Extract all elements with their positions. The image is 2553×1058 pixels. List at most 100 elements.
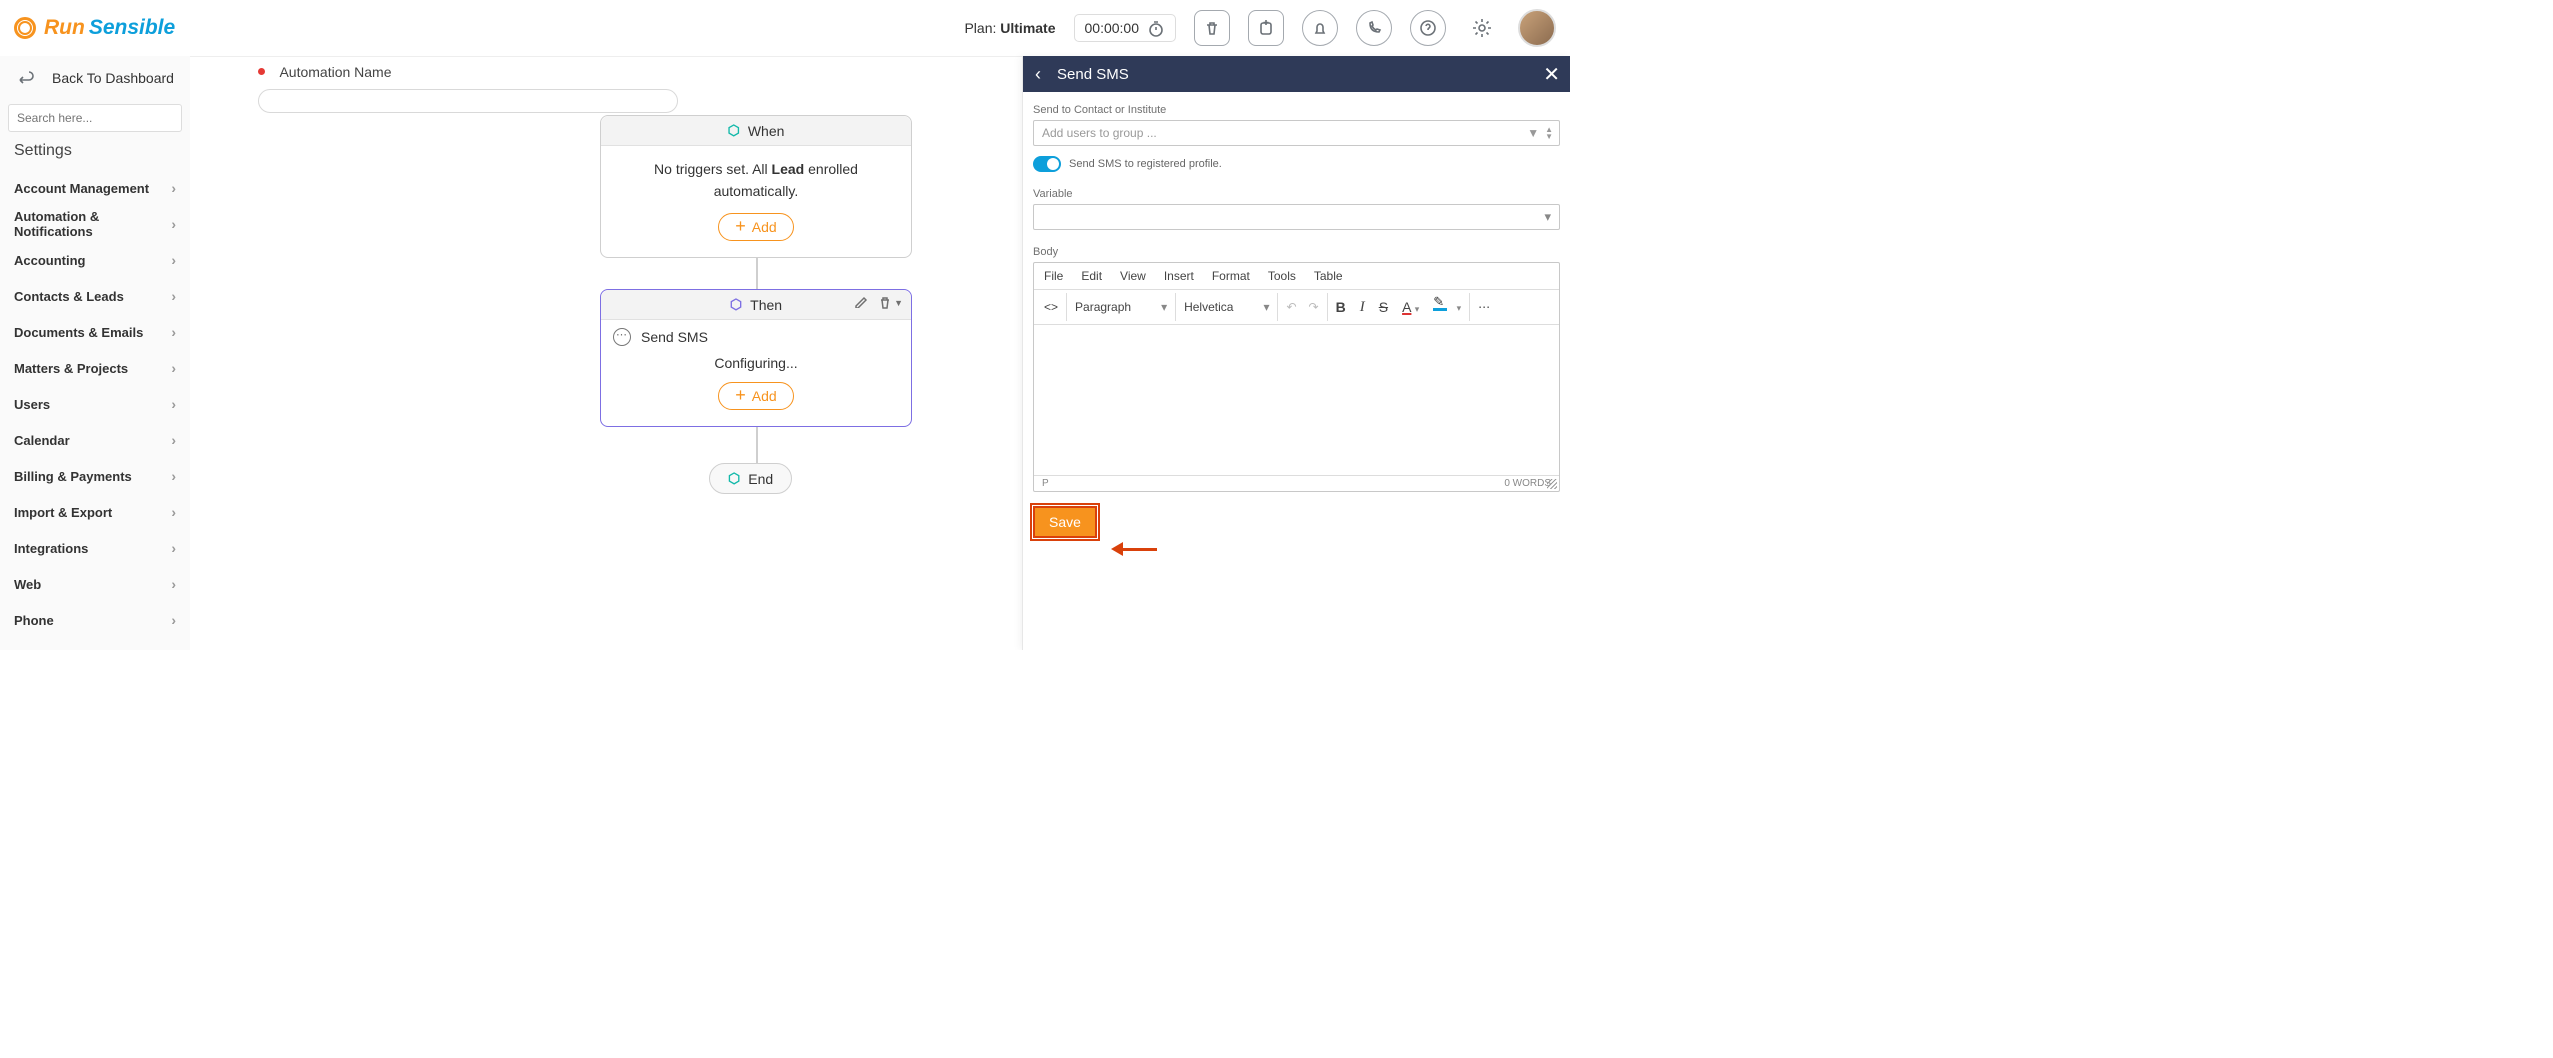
send-to-label: Send to Contact or Institute — [1033, 104, 1560, 116]
chevron-right-icon: › — [171, 468, 176, 484]
spinner-down-icon[interactable]: ▼ — [1545, 133, 1553, 140]
chevron-right-icon: › — [171, 576, 176, 592]
menu-format[interactable]: Format — [1212, 269, 1250, 283]
editor-toolbar: <> Paragraph▾ Helvetica▾ ↶ ↷ B I S A ▾ ▾ — [1034, 290, 1559, 325]
sidebar-item-contacts-leads[interactable]: Contacts & Leads› — [0, 278, 190, 314]
editor-menubar: File Edit View Insert Format Tools Table — [1034, 263, 1559, 290]
chevron-right-icon: › — [171, 216, 176, 232]
gear-icon[interactable] — [1464, 10, 1500, 46]
sidebar-item-matters-projects[interactable]: Matters & Projects› — [0, 350, 190, 386]
send-sms-panel: ‹ Send SMS ✕ Send to Contact or Institut… — [1022, 56, 1570, 650]
hex-icon: ⬡ — [728, 122, 740, 139]
bell-icon[interactable] — [1302, 10, 1338, 46]
add-note-icon[interactable] — [1248, 10, 1284, 46]
menu-tools[interactable]: Tools — [1268, 269, 1296, 283]
font-select[interactable]: Helvetica▾ — [1176, 293, 1278, 321]
chevron-right-icon: › — [171, 540, 176, 556]
undo-icon[interactable]: ↶ — [1286, 300, 1296, 314]
then-node-header: ⬡ Then ▼ — [601, 290, 911, 320]
when-add-button[interactable]: + Add — [718, 213, 793, 241]
add-users-combo[interactable]: Add users to group ... ▼ ▲▼ — [1033, 120, 1560, 146]
then-title: Then — [750, 297, 782, 313]
chevron-right-icon: › — [171, 252, 176, 268]
sidebar-item-integrations[interactable]: Integrations› — [0, 530, 190, 566]
panel-header: ‹ Send SMS ✕ — [1023, 56, 1570, 92]
sidebar-item-accounting[interactable]: Accounting› — [0, 242, 190, 278]
settings-heading: Settings — [0, 142, 190, 170]
chevron-right-icon: › — [171, 180, 176, 196]
header: RunSensible Plan: Ultimate 00:00:00 — [0, 0, 1570, 56]
search-input[interactable] — [8, 104, 182, 132]
then-status: Configuring... — [621, 352, 891, 374]
variable-select[interactable] — [1033, 204, 1560, 230]
automation-name-input[interactable] — [258, 89, 678, 113]
menu-insert[interactable]: Insert — [1164, 269, 1194, 283]
send-registered-toggle[interactable] — [1033, 156, 1061, 172]
plus-icon: + — [735, 386, 746, 404]
chevron-right-icon: › — [171, 396, 176, 412]
then-action-row[interactable]: Send SMS — [601, 320, 911, 346]
sidebar-search — [8, 104, 182, 132]
text-color-button[interactable]: A ▾ — [1402, 299, 1419, 315]
source-code-button[interactable]: <> — [1036, 293, 1067, 321]
menu-table[interactable]: Table — [1314, 269, 1343, 283]
stopwatch-icon — [1147, 19, 1165, 37]
plan-indicator: Plan: Ultimate — [964, 20, 1055, 36]
block-format-select[interactable]: Paragraph▾ — [1067, 293, 1176, 321]
avatar[interactable] — [1518, 9, 1556, 47]
body-editor: File Edit View Insert Format Tools Table… — [1033, 262, 1560, 492]
trash-icon[interactable] — [1194, 10, 1230, 46]
logo-text-run: Run — [44, 16, 85, 40]
menu-file[interactable]: File — [1044, 269, 1063, 283]
hex-icon: ⬡ — [728, 470, 740, 487]
menu-edit[interactable]: Edit — [1081, 269, 1102, 283]
editor-textarea[interactable] — [1034, 325, 1559, 475]
stopwatch[interactable]: 00:00:00 — [1074, 14, 1177, 42]
italic-button[interactable]: I — [1360, 299, 1365, 316]
chevron-right-icon: › — [171, 324, 176, 340]
edit-action-icon[interactable] — [854, 294, 868, 311]
bold-button[interactable]: B — [1336, 299, 1346, 315]
panel-back-icon[interactable]: ‹ — [1035, 64, 1041, 85]
help-icon[interactable] — [1410, 10, 1446, 46]
panel-title: Send SMS — [1057, 66, 1129, 83]
sidebar-item-documents-emails[interactable]: Documents & Emails› — [0, 314, 190, 350]
back-to-dashboard[interactable]: Back To Dashboard — [0, 56, 190, 100]
then-node: ⬡ Then ▼ Send SMS Configuring... + Add — [600, 289, 912, 427]
resize-handle[interactable] — [1547, 479, 1557, 489]
then-add-button[interactable]: + Add — [718, 382, 793, 410]
strike-button[interactable]: S — [1379, 299, 1388, 315]
sidebar-item-web[interactable]: Web› — [0, 566, 190, 602]
sidebar-item-import-export[interactable]: Import & Export› — [0, 494, 190, 530]
save-button[interactable]: Save — [1033, 506, 1097, 538]
end-node: ⬡ End — [709, 463, 792, 494]
sidebar-item-calendar[interactable]: Calendar› — [0, 422, 190, 458]
then-action-label: Send SMS — [641, 329, 708, 345]
logo-text-sensible: Sensible — [89, 16, 175, 40]
more-button[interactable]: ⋯ — [1470, 293, 1498, 321]
annotation-arrow — [1111, 542, 1157, 556]
chevron-right-icon: › — [171, 288, 176, 304]
redo-icon[interactable]: ↷ — [1309, 300, 1319, 314]
sidebar-item-account-management[interactable]: Account Management› — [0, 170, 190, 206]
hex-icon: ⬡ — [730, 296, 742, 313]
chevron-right-icon: › — [171, 432, 176, 448]
when-title: When — [748, 123, 785, 139]
sidebar-item-billing-payments[interactable]: Billing & Payments› — [0, 458, 190, 494]
stopwatch-time: 00:00:00 — [1085, 20, 1140, 36]
sidebar-item-automation-notifications[interactable]: Automation & Notifications› — [0, 206, 190, 242]
chevron-down-icon: ▼ — [1527, 126, 1539, 140]
back-icon — [16, 69, 34, 87]
body-label: Body — [1033, 246, 1560, 258]
delete-action-icon[interactable]: ▼ — [878, 294, 903, 311]
highlight-button[interactable]: ▾ — [1433, 300, 1461, 314]
chevron-right-icon: › — [171, 504, 176, 520]
phone-icon[interactable] — [1356, 10, 1392, 46]
variable-label: Variable — [1033, 188, 1560, 200]
when-node-header: ⬡ When — [601, 116, 911, 146]
sidebar-item-users[interactable]: Users› — [0, 386, 190, 422]
close-icon[interactable]: ✕ — [1543, 62, 1560, 87]
sidebar-item-phone[interactable]: Phone› — [0, 602, 190, 638]
sms-icon — [613, 328, 631, 346]
menu-view[interactable]: View — [1120, 269, 1146, 283]
